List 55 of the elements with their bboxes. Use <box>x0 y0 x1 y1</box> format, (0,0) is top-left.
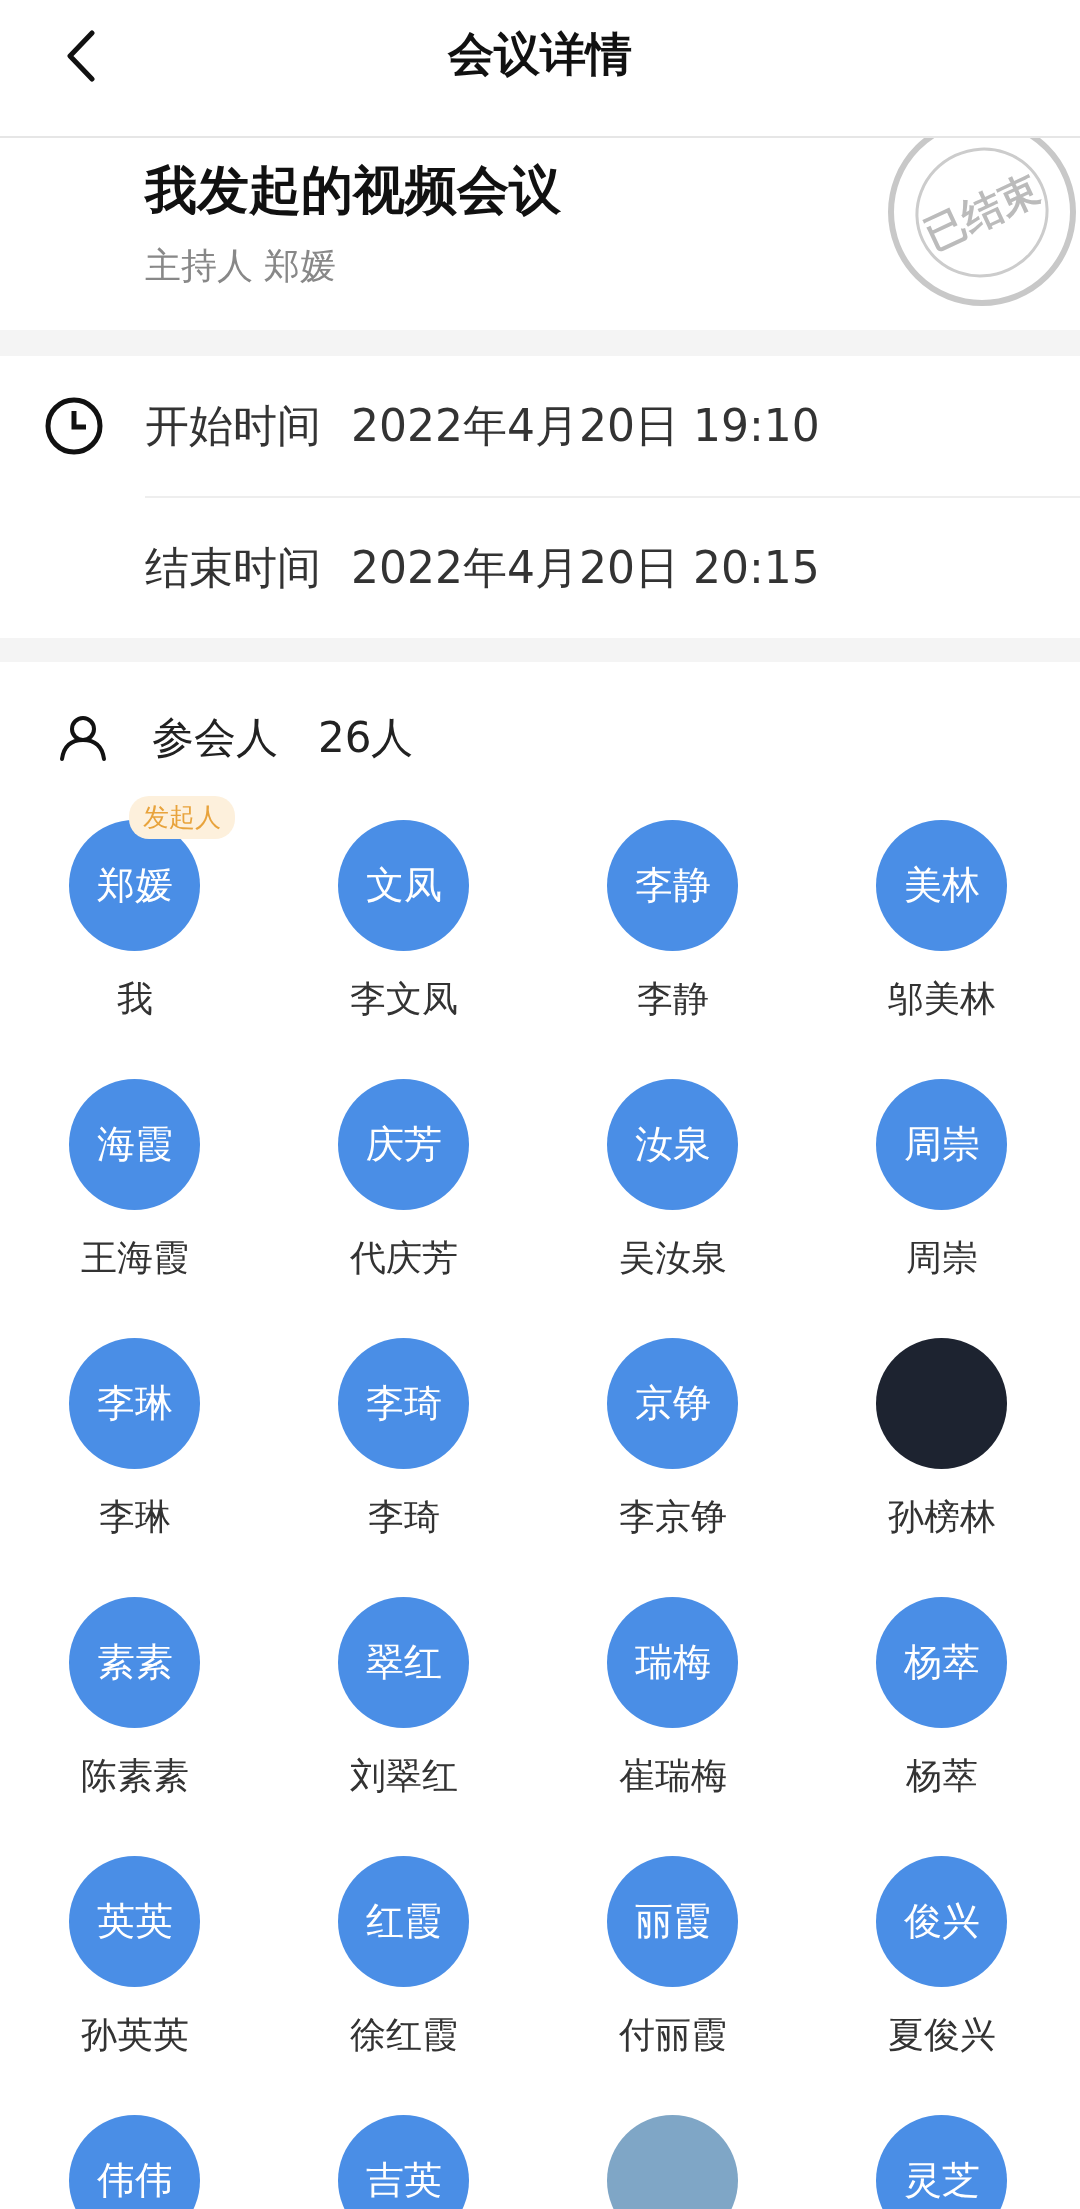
meeting-host: 主持人 郑媛 <box>145 244 338 288</box>
participant-name: 我 <box>116 977 153 1021</box>
avatar[interactable]: 丽霞 <box>607 1856 738 1987</box>
participant-name: 崔瑞梅 <box>618 1754 727 1798</box>
avatar[interactable]: 文凤 <box>338 820 469 951</box>
avatar[interactable]: 翠红 <box>338 1597 469 1728</box>
avatar[interactable]: 周崇 <box>876 1079 1007 1210</box>
avatar[interactable]: 京铮 <box>607 1338 738 1469</box>
participant-name: 邬美林 <box>887 977 996 1021</box>
page-title: 会议详情 <box>448 26 632 83</box>
participant-name: 李静 <box>636 977 709 1021</box>
back-icon[interactable] <box>66 30 96 82</box>
participants-count: 26人 <box>318 712 414 764</box>
person-icon <box>58 713 108 763</box>
time-value: 2022年4月20日 19:10 <box>351 398 820 453</box>
avatar[interactable]: 红霞 <box>338 1856 469 1987</box>
avatar[interactable]: 瑞梅 <box>607 1597 738 1728</box>
participant-name: 夏俊兴 <box>887 2013 996 2057</box>
participant-name: 徐红霞 <box>349 2013 458 2057</box>
participant-name: 孙榜林 <box>887 1495 996 1539</box>
participant-name: 李文凤 <box>349 977 458 1021</box>
initiator-badge: 发起人 <box>129 796 235 839</box>
clock-icon <box>44 397 103 455</box>
avatar[interactable]: 李静 <box>607 820 738 951</box>
avatar[interactable]: 素素 <box>69 1597 200 1728</box>
avatar[interactable]: 李琳 <box>69 1338 200 1469</box>
avatar[interactable]: 海霞 <box>69 1079 200 1210</box>
avatar[interactable]: 杨萃 <box>876 1597 1007 1728</box>
avatar[interactable]: 庆芳 <box>338 1079 469 1210</box>
participant-name: 陈素素 <box>80 1754 189 1798</box>
avatar[interactable]: 灵芝 <box>876 2115 1007 2209</box>
participant-name: 周崇 <box>905 1236 978 1280</box>
participant-name: 李京铮 <box>618 1495 727 1539</box>
participant-name: 王海霞 <box>80 1236 189 1280</box>
avatar[interactable]: 俊兴 <box>876 1856 1007 1987</box>
time-label: 结束时间 <box>145 540 321 595</box>
participant-name: 付丽霞 <box>618 2013 727 2057</box>
time-value: 2022年4月20日 20:15 <box>351 540 820 595</box>
participant-name: 杨萃 <box>905 1754 978 1798</box>
participant-name: 孙英英 <box>80 2013 189 2057</box>
avatar[interactable]: 美林 <box>876 820 1007 951</box>
ended-stamp: 已结束 <box>888 138 1076 306</box>
avatar[interactable]: 伟伟 <box>69 2115 200 2209</box>
avatar[interactable]: 吉英 <box>338 2115 469 2209</box>
participants-label: 参会人 <box>152 712 278 764</box>
time-label: 开始时间 <box>145 398 321 453</box>
participant-name: 刘翠红 <box>349 1754 458 1798</box>
participant-name: 李琦 <box>367 1495 440 1539</box>
participant-name: 代庆芳 <box>349 1236 458 1280</box>
meeting-title: 我发起的视频会议 <box>145 158 561 222</box>
participant-name: 李琳 <box>98 1495 171 1539</box>
participant-name: 吴汝泉 <box>618 1236 727 1280</box>
avatar[interactable]: 汝泉 <box>607 1079 738 1210</box>
avatar[interactable]: 李琦 <box>338 1338 469 1469</box>
avatar[interactable]: 英英 <box>69 1856 200 1987</box>
